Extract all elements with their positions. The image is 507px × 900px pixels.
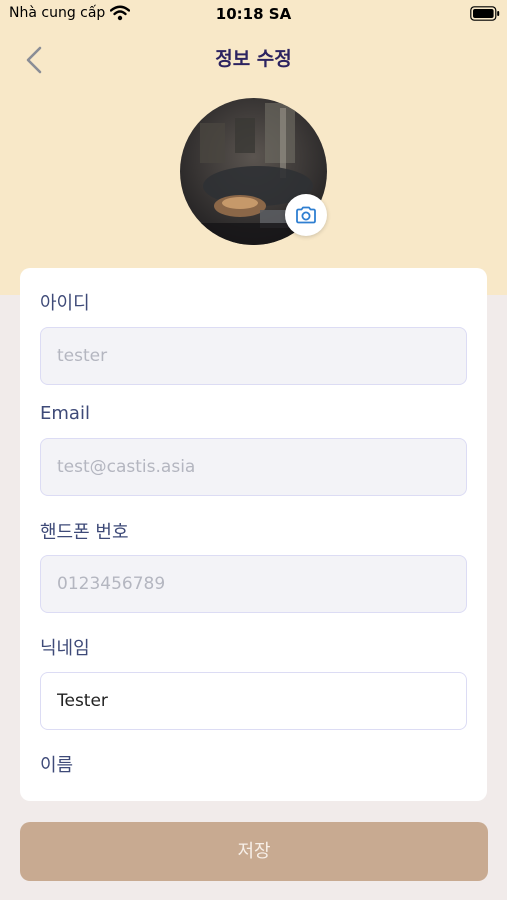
save-button[interactable]: 저장: [20, 822, 488, 881]
profile-form: 아이디 Email 핸드폰 번호 닉네임 이름: [20, 268, 487, 801]
camera-button[interactable]: [285, 194, 327, 236]
page-title: 정보 수정: [215, 48, 292, 70]
email-label: Email: [40, 403, 90, 424]
nickname-label: 닉네임: [40, 638, 90, 659]
phone-label: 핸드폰 번호: [40, 522, 129, 543]
nickname-field[interactable]: [40, 672, 467, 730]
name-label: 이름: [40, 755, 74, 776]
phone-field[interactable]: [40, 555, 467, 613]
status-time: 10:18 SA: [215, 5, 292, 23]
camera-icon: [296, 206, 316, 224]
email-field[interactable]: [40, 438, 467, 496]
user-id-label: 아이디: [40, 293, 90, 314]
battery-icon: [470, 6, 500, 21]
user-id-field[interactable]: [40, 327, 467, 385]
status-bar: Nhà cung cấp 10:18 SA: [0, 0, 507, 30]
